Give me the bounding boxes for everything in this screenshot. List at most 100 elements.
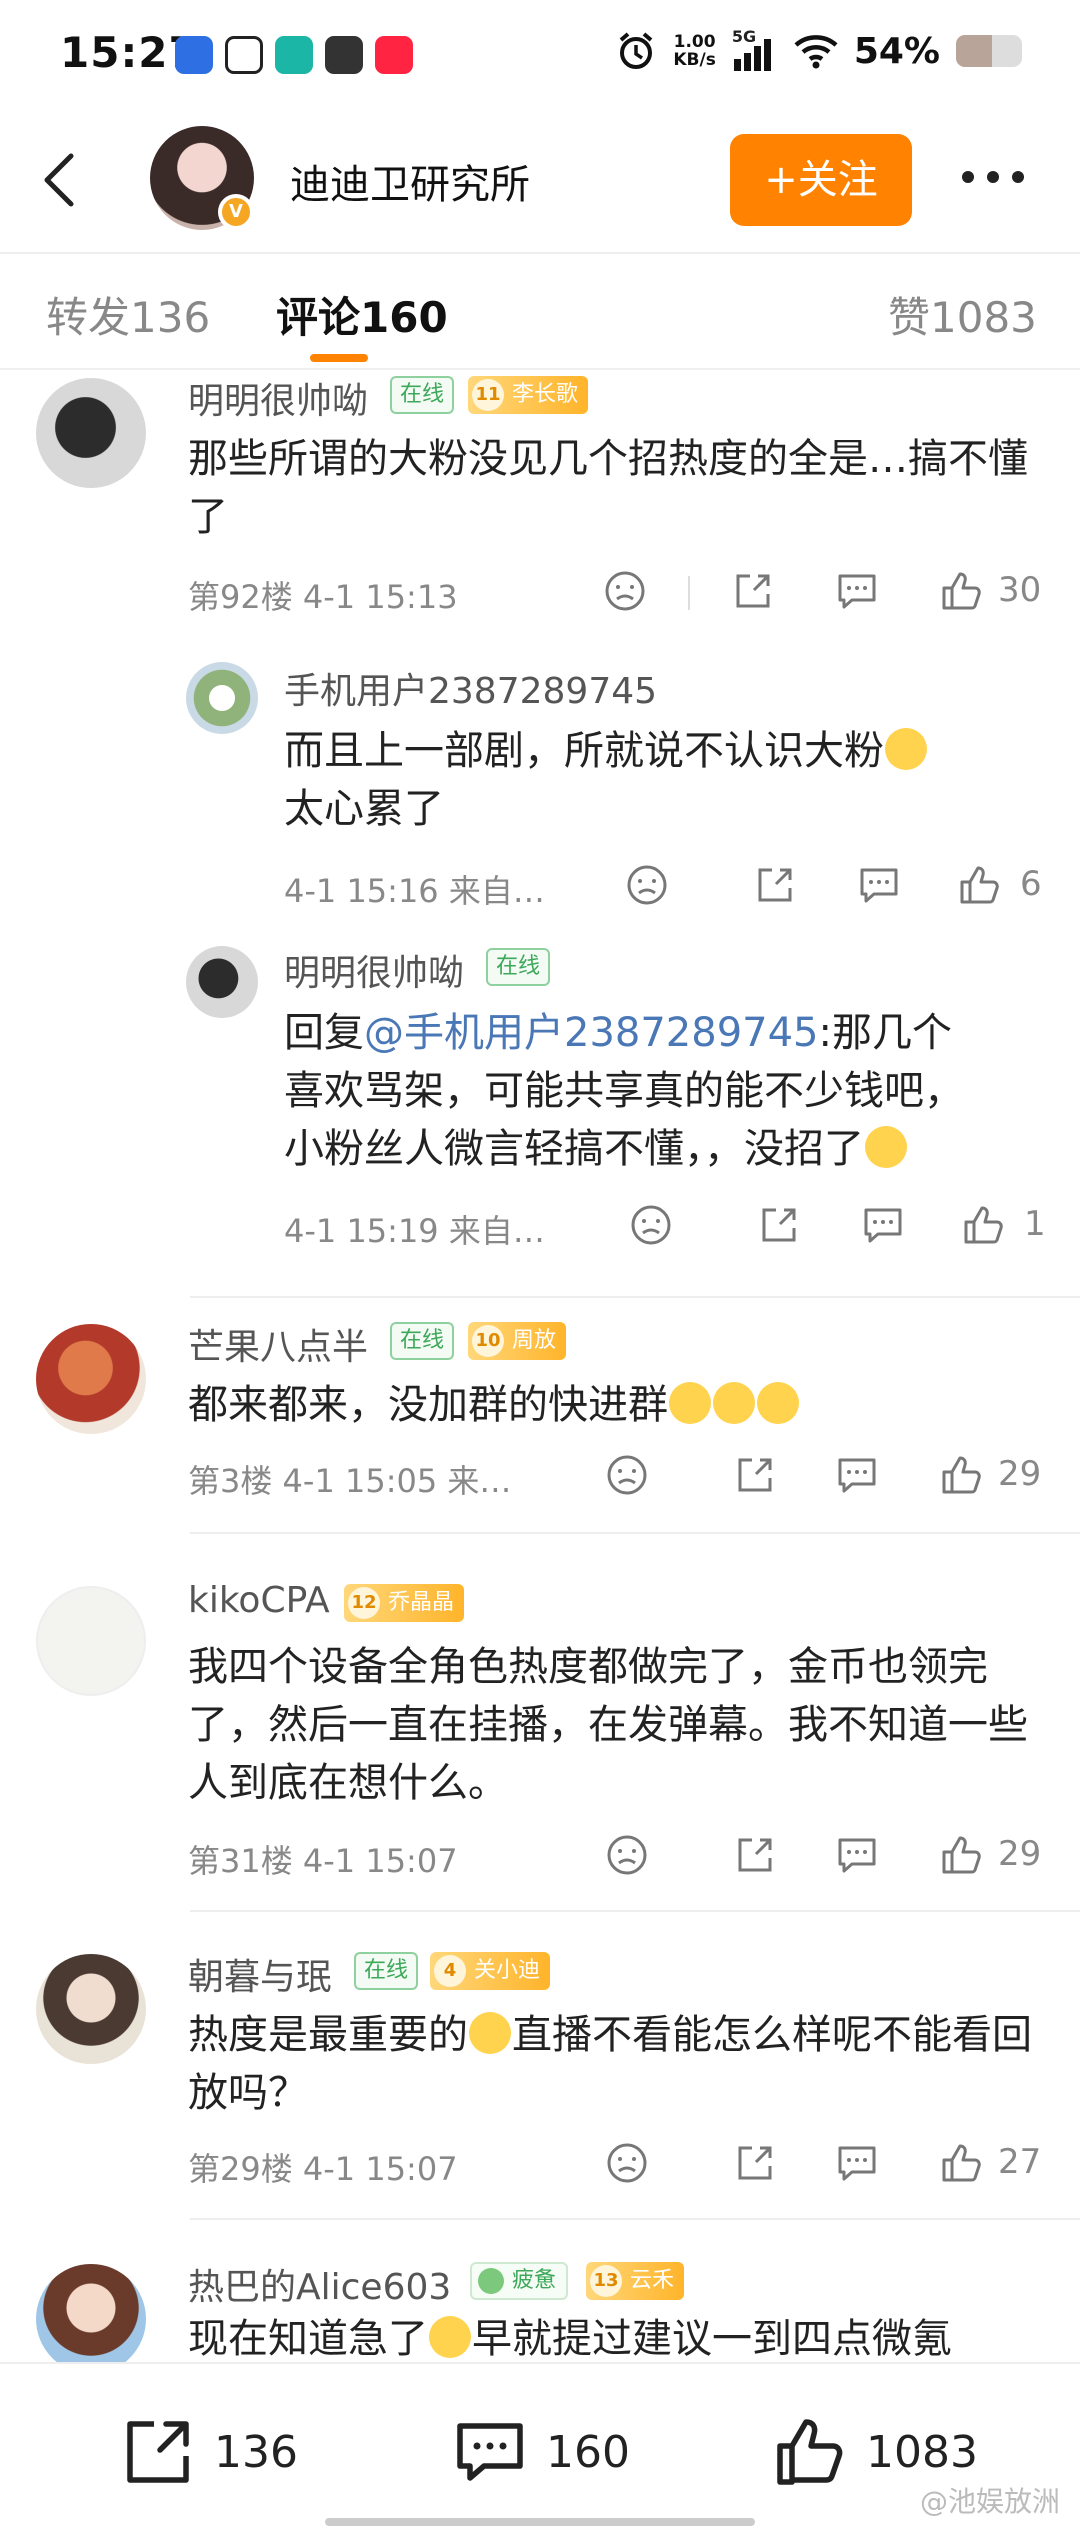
comment-list[interactable]: 明明很帅呦 在线 11 李长歌 那些所谓的大粉没见几个招热度的全是…搞不懂了 第9… (0, 372, 1080, 2362)
comment-button[interactable]: 160 (452, 2412, 630, 2492)
repost-button[interactable]: 136 (120, 2412, 298, 2492)
tab-comments[interactable]: 评论160 (276, 284, 448, 345)
dislike-icon[interactable] (604, 1452, 650, 1498)
comment-actions: 29 (604, 1832, 1050, 1892)
comment-text: 现在知道急了 早就提过建议一到四点微氪 (188, 2316, 952, 2362)
dislike-icon[interactable] (624, 862, 670, 908)
reply-meta: 4-1 15:19 来自… (284, 1212, 545, 1250)
reply-avatar[interactable] (186, 662, 258, 734)
share-icon[interactable] (732, 1832, 778, 1878)
dislike-icon[interactable] (604, 1832, 650, 1878)
user-avatar[interactable] (36, 1324, 146, 1434)
tired-status-icon (478, 2268, 504, 2294)
reply-icon[interactable] (834, 2140, 880, 2186)
dislike-icon[interactable] (628, 1202, 674, 1248)
like-icon[interactable] (956, 862, 1002, 908)
reply-icon[interactable] (834, 1452, 880, 1498)
bottom-action-bar: 136 160 1083 @池娱放洲 (0, 2362, 1080, 2532)
comment-username[interactable]: 朝暮与珉 (188, 1948, 332, 2000)
share-icon[interactable] (732, 2140, 778, 2186)
crying-emoji-icon (865, 1126, 907, 1168)
reply-icon[interactable] (834, 1832, 880, 1878)
battery-icon (956, 35, 1022, 67)
header: V 迪迪卫研究所 +关注 (0, 112, 1080, 247)
boss-icon (275, 36, 313, 74)
heart-eyes-emoji-icon (757, 1382, 799, 1424)
user-avatar[interactable] (36, 1586, 146, 1696)
user-avatar[interactable] (36, 1954, 146, 2064)
active-tab-indicator (310, 354, 368, 362)
follow-button[interactable]: +关注 (730, 134, 912, 226)
reply-text: 回复@手机用户2387289745:那几个 喜欢骂架，可能共享真的能不少钱吧， 小粉… (284, 1010, 964, 1172)
comment-divider (190, 2218, 1080, 2220)
home-indicator[interactable] (325, 2518, 755, 2526)
fan-badge: 11 李长歌 (468, 376, 589, 414)
comment-username[interactable]: kikoCPA (188, 1580, 330, 1621)
crying-emoji-icon (885, 728, 927, 770)
notification-icons (175, 36, 413, 74)
comment-meta: 第3楼 4-1 15:05 来… (188, 1462, 512, 1500)
like-count: 27 (998, 2142, 1042, 2182)
xiaohongshu-icon (375, 36, 413, 74)
tab-repost[interactable]: 转发136 (46, 284, 210, 345)
reply-icon[interactable] (856, 862, 902, 908)
like-count: 1 (1024, 1204, 1046, 1244)
user-avatar[interactable] (36, 378, 146, 488)
comment-meta: 第92楼 4-1 15:13 (188, 578, 458, 616)
status-badge: 疲惫 (470, 2262, 569, 2300)
comment-username[interactable]: 芒果八点半 (188, 1318, 368, 1370)
comment-username[interactable]: 明明很帅呦 (188, 372, 368, 424)
tab-bar: 转发136 评论160 赞1083 (0, 252, 1080, 370)
share-icon[interactable] (752, 862, 798, 908)
repost-icon (127, 2421, 189, 2483)
reply-icon[interactable] (834, 568, 880, 614)
comment-actions: 30 (600, 568, 1050, 628)
reply-actions: 1 (628, 1202, 1050, 1262)
reply-username[interactable]: 手机用户2387289745 (284, 662, 657, 714)
repost-count: 136 (214, 2426, 298, 2478)
online-badge: 在线 (486, 948, 551, 986)
comment-text: 都来都来，没加群的快进群 (188, 1376, 1048, 1434)
wifi-icon (794, 35, 838, 69)
reply-username[interactable]: 明明很帅呦 (284, 944, 464, 996)
like-icon[interactable] (938, 1452, 984, 1498)
like-count: 30 (998, 570, 1042, 610)
share-icon[interactable] (732, 1452, 778, 1498)
user-avatar[interactable] (36, 2264, 146, 2362)
alarm-icon (620, 32, 653, 69)
dislike-icon[interactable] (604, 2140, 650, 2186)
online-badge: 在线 (354, 1952, 419, 1990)
comment-count: 160 (546, 2426, 630, 2478)
reply-text: 而且上一部剧，所就说不认识大粉 太心累了 (284, 722, 1044, 838)
comment-meta: 第31楼 4-1 15:07 (188, 1842, 458, 1880)
like-icon[interactable] (938, 568, 984, 614)
page-title[interactable]: 迪迪卫研究所 (290, 152, 530, 210)
signal-icon: 5G (732, 27, 778, 71)
weibo-icon (225, 36, 263, 74)
fan-badge: 13 云禾 (586, 2262, 685, 2300)
like-icon[interactable] (960, 1202, 1006, 1248)
share-icon[interactable] (730, 568, 776, 614)
back-arrow-icon[interactable] (35, 150, 85, 210)
fan-badge: 4 关小迪 (430, 1952, 551, 1990)
thumbs-up-icon (777, 2419, 843, 2485)
like-count: 29 (998, 1834, 1042, 1874)
dislike-icon[interactable] (602, 568, 648, 614)
alipay-icon (325, 36, 363, 74)
comment-actions: 27 (604, 2140, 1050, 2200)
reply-icon[interactable] (860, 1202, 906, 1248)
reply-actions: 6 (624, 862, 1050, 922)
like-icon[interactable] (938, 2140, 984, 2186)
comment-actions: 29 (604, 1452, 1050, 1512)
app-icon (175, 36, 213, 74)
reply-avatar[interactable] (186, 946, 258, 1018)
comment-text: 我四个设备全角色热度都做完了，金币也领完了，然后一直在挂播，在发弹幕。我不知道一… (188, 1644, 1028, 1806)
comment-text: 热度是最重要的 直播不看能怎么样呢不能看回放吗？ (188, 2012, 1032, 2116)
tab-likes[interactable]: 赞1083 (888, 284, 1037, 345)
share-icon[interactable] (756, 1202, 802, 1248)
comment-username[interactable]: 热巴的Alice603 (188, 2258, 451, 2310)
like-icon[interactable] (938, 1832, 984, 1878)
online-badge: 在线 (390, 376, 455, 414)
mention-link[interactable]: @手机用户2387289745 (364, 1010, 819, 1056)
more-options-icon[interactable] (962, 162, 1032, 192)
